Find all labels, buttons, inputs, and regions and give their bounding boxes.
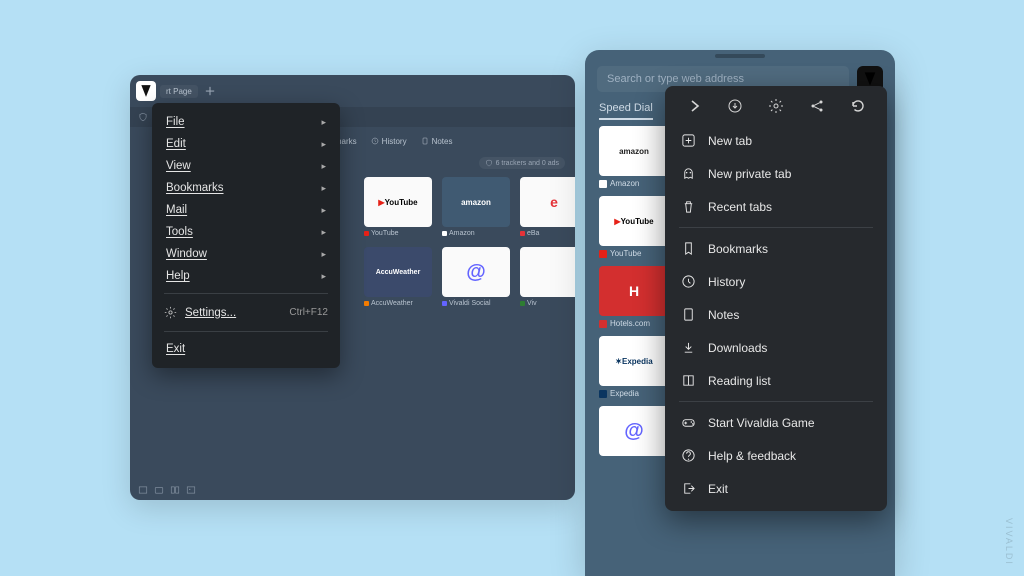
menu-separator: [679, 227, 873, 228]
new-tab-button[interactable]: [204, 85, 216, 97]
menu-settings[interactable]: Settings... Ctrl+F12: [152, 300, 340, 325]
speed-dial-tile[interactable]: amazonAmazon: [442, 177, 510, 237]
menu-edit[interactable]: Edit: [152, 133, 340, 155]
tiling-icon[interactable]: [170, 485, 180, 495]
menu-bookmarks[interactable]: Bookmarks: [665, 232, 887, 265]
menu-mail[interactable]: Mail: [152, 199, 340, 221]
capture-icon[interactable]: [154, 485, 164, 495]
speed-dial-tile[interactable]: AccuWeatherAccuWeather: [364, 247, 432, 307]
menu-exit[interactable]: Exit: [665, 472, 887, 505]
help-icon: [681, 448, 696, 463]
download-circle-icon[interactable]: [727, 98, 743, 114]
menu-notes[interactable]: Notes: [665, 298, 887, 331]
menu-downloads[interactable]: Downloads: [665, 331, 887, 364]
menu-separator: [164, 293, 328, 294]
share-icon[interactable]: [809, 98, 825, 114]
menu-help[interactable]: Help: [152, 265, 340, 287]
nav-tab-notes[interactable]: Notes: [421, 137, 453, 146]
menu-history[interactable]: History: [665, 265, 887, 298]
speaker-notch: [715, 54, 765, 58]
menu-new-tab[interactable]: New tab: [665, 124, 887, 157]
note-icon: [681, 307, 696, 322]
ghost-icon: [681, 166, 696, 181]
menu-recent-tabs[interactable]: Recent tabs: [665, 190, 887, 223]
image-toggle-icon[interactable]: [186, 485, 196, 495]
vivaldi-logo-icon[interactable]: [136, 81, 156, 101]
menu-separator: [679, 401, 873, 402]
menu-help-feedback[interactable]: Help & feedback: [665, 439, 887, 472]
menu-new-private-tab[interactable]: New private tab: [665, 157, 887, 190]
menu-tools[interactable]: Tools: [152, 221, 340, 243]
trash-icon: [681, 199, 696, 214]
forward-icon[interactable]: [686, 98, 702, 114]
speed-dial-tile[interactable]: @Vivaldi Social: [442, 247, 510, 307]
menu-file[interactable]: File: [152, 111, 340, 133]
bookmark-icon: [681, 241, 696, 256]
menu-shortcut: Ctrl+F12: [289, 307, 328, 318]
gear-icon: [164, 306, 177, 319]
book-icon: [681, 373, 696, 388]
clock-icon: [681, 274, 696, 289]
shield-icon: [138, 112, 148, 122]
refresh-icon[interactable]: [850, 98, 866, 114]
gamepad-icon: [681, 415, 696, 430]
menu-exit[interactable]: Exit: [152, 338, 340, 360]
menu-reading-list[interactable]: Reading list: [665, 364, 887, 397]
menu-window[interactable]: Window: [152, 243, 340, 265]
speed-dial-tile[interactable]: Viv: [520, 247, 575, 307]
menu-view[interactable]: View: [152, 155, 340, 177]
watermark: VIVALDI: [1004, 518, 1014, 566]
mobile-menu-toolbar: [665, 94, 887, 124]
speed-dial-tile[interactable]: ▶ YouTubeYouTube: [364, 177, 432, 237]
gear-icon[interactable]: [768, 98, 784, 114]
mobile-overflow-menu: New tab New private tab Recent tabs Book…: [665, 86, 887, 511]
exit-icon: [681, 481, 696, 496]
desktop-footer-panel: [130, 480, 575, 500]
panel-toggle-icon[interactable]: [138, 485, 148, 495]
menu-separator: [164, 331, 328, 332]
desktop-main-menu: File Edit View Bookmarks Mail Tools Wind…: [152, 103, 340, 368]
download-icon: [681, 340, 696, 355]
menu-start-game[interactable]: Start Vivaldia Game: [665, 406, 887, 439]
plus-box-icon: [681, 133, 696, 148]
nav-tab-history[interactable]: History: [371, 137, 407, 146]
browser-tab[interactable]: rt Page: [160, 85, 198, 98]
menu-bookmarks[interactable]: Bookmarks: [152, 177, 340, 199]
speed-dial-tile[interactable]: eeBa: [520, 177, 575, 237]
